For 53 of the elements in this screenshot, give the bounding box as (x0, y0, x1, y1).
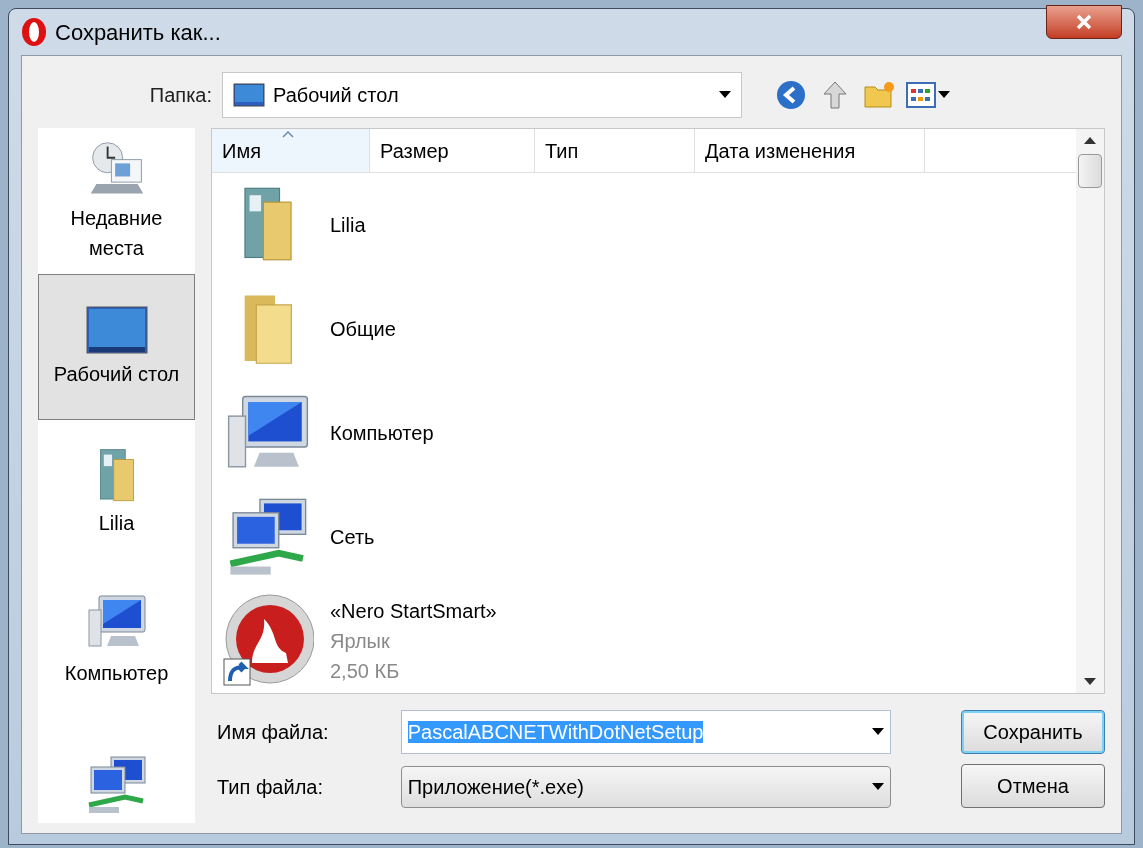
cancel-button[interactable]: Отмена (961, 764, 1105, 808)
file-detail: 2,50 КБ (330, 659, 401, 684)
file-row[interactable]: Компьютер (212, 381, 1076, 485)
caret-icon (872, 783, 884, 791)
up-arrow-icon (822, 80, 848, 110)
file-row[interactable]: Общие (212, 277, 1076, 381)
folder-label: Папка: (148, 83, 213, 108)
folder-dropdown[interactable]: Рабочий стол (222, 72, 742, 118)
app-logo-icon (21, 17, 47, 47)
back-button[interactable] (774, 78, 808, 112)
filetype-label: Тип файла: (216, 775, 324, 800)
places-item[interactable]: Недавние места (38, 128, 195, 274)
caret-icon (719, 91, 731, 99)
filename-value: PascalABCNETWithDotNetSetup (407, 720, 705, 745)
places-item[interactable]: Рабочий стол (38, 274, 195, 420)
file-detail: Ярлык (330, 629, 391, 654)
desktop-icon (233, 83, 265, 107)
places-item[interactable]: Компьютер (38, 566, 195, 712)
close-button[interactable] (1046, 5, 1122, 39)
caret-icon (872, 728, 884, 736)
file-row[interactable]: Lilia (212, 173, 1076, 277)
desktop-icon (84, 305, 149, 355)
window-title: Сохранить как... (55, 18, 221, 47)
file-name: Lilia (330, 213, 366, 238)
folder-value: Рабочий стол (273, 83, 400, 108)
file-row[interactable]: Сеть (212, 485, 1076, 589)
file-name: Сеть (330, 525, 375, 550)
file-name: Компьютер (330, 421, 434, 446)
places-label: Lilia (97, 511, 136, 536)
filename-label: Имя файла: (216, 720, 330, 745)
view-grid-icon (906, 82, 936, 108)
places-label: Компьютер (63, 661, 170, 686)
scroll-up-icon (1084, 137, 1096, 144)
flame-shortcut-icon (222, 593, 314, 689)
caret-icon (938, 91, 950, 99)
file-name: «Nero StartSmart» (330, 599, 497, 624)
places-label: Рабочий стол (52, 362, 181, 387)
close-icon (1075, 14, 1093, 30)
new-folder-icon (863, 81, 895, 109)
scrollbar[interactable] (1076, 129, 1104, 693)
places-item[interactable]: Lilia (38, 420, 195, 566)
file-row[interactable]: «Nero StartSmart» Ярлык 2,50 КБ (212, 589, 1076, 693)
save-button[interactable]: Сохранить (961, 710, 1105, 754)
filetype-dropdown[interactable]: Приложение(*.exe) (400, 766, 891, 808)
column-header[interactable]: Размер (370, 129, 535, 172)
scroll-thumb[interactable] (1078, 154, 1102, 188)
scroll-down-icon (1084, 678, 1096, 685)
column-header[interactable]: Тип (535, 129, 695, 172)
filetype-value: Приложение(*.exe) (407, 775, 585, 800)
column-header[interactable]: Дата изменения (695, 129, 925, 172)
places-label: Недавние места (69, 206, 164, 261)
column-header[interactable]: Имя (212, 129, 370, 172)
file-name: Общие (330, 317, 396, 342)
